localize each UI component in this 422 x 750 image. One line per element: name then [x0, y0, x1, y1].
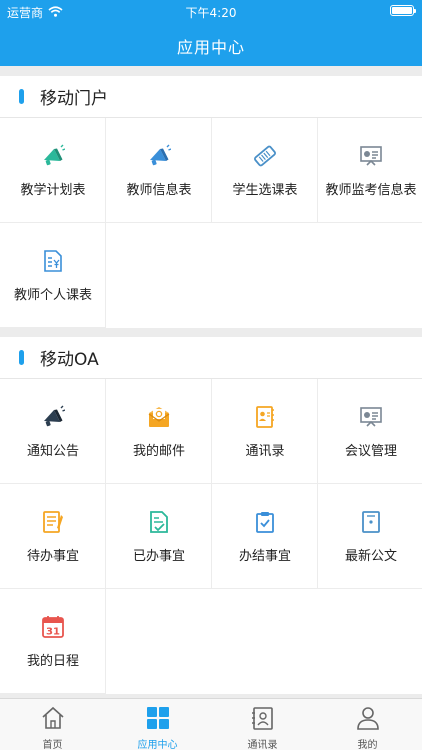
- presentation-board-icon: [359, 144, 383, 168]
- calendar-31-icon: 31: [41, 615, 65, 639]
- section-header: 移动门户: [0, 76, 422, 118]
- app-item-completed[interactable]: 办结事宜: [212, 484, 318, 589]
- tab-app-center[interactable]: 应用中心: [105, 699, 210, 750]
- megaphone-green-icon: [41, 144, 65, 168]
- todo-document-icon: [41, 510, 65, 534]
- tab-label: 我的: [357, 740, 378, 750]
- address-book-icon: [250, 705, 276, 731]
- app-item-teaching-plan[interactable]: 教学计划表: [0, 118, 106, 223]
- app-item-label: 待办事宜: [26, 549, 79, 564]
- app-item-label: 已办事宜: [132, 549, 185, 564]
- tab-home[interactable]: 首页: [0, 699, 105, 750]
- app-item-latest-document[interactable]: 最新公文: [318, 484, 422, 589]
- receipt-yuan-icon: [41, 249, 65, 273]
- calendar-day: 31: [46, 627, 60, 638]
- app-item-invigilation-info[interactable]: 教师监考信息表: [318, 118, 422, 223]
- profile-icon: [355, 705, 381, 731]
- app-item-label: 我的邮件: [132, 444, 185, 459]
- bottom-tab-bar: 首页 应用中心 通讯录 我的: [0, 698, 422, 750]
- app-item-my-schedule[interactable]: 31 我的日程: [0, 589, 106, 694]
- contacts-book-icon: [253, 405, 277, 429]
- section-accent-bar: [19, 89, 24, 104]
- section-title: 移动门户: [40, 89, 108, 109]
- app-item-todo[interactable]: 待办事宜: [0, 484, 106, 589]
- section-title: 移动OA: [40, 350, 99, 370]
- tab-label: 通讯录: [247, 740, 278, 750]
- tab-address-book[interactable]: 通讯录: [210, 699, 315, 750]
- section-mobile-portal: 移动门户 教学计划表 教师信息表 学生选课表 教师监考信息表 教师个人课表: [0, 76, 422, 328]
- app-item-label: 办结事宜: [238, 549, 291, 564]
- app-item-personal-timetable[interactable]: 教师个人课表: [0, 223, 106, 328]
- ticket-icon: [253, 144, 277, 168]
- home-icon: [40, 705, 66, 731]
- meeting-board-icon: [359, 405, 383, 429]
- app-center-content[interactable]: 移动门户 教学计划表 教师信息表 学生选课表 教师监考信息表 教师个人课表 移动…: [0, 66, 422, 698]
- app-item-label: 教学计划表: [20, 183, 86, 198]
- app-item-teacher-info[interactable]: 教师信息表: [106, 118, 212, 223]
- app-item-student-course[interactable]: 学生选课表: [212, 118, 318, 223]
- status-time: 下午4:20: [185, 6, 237, 20]
- app-item-label: 最新公文: [344, 549, 397, 564]
- app-item-label: 教师个人课表: [13, 288, 92, 303]
- megaphone-blue-icon: [147, 144, 171, 168]
- tab-label: 首页: [42, 740, 63, 750]
- megaphone-dark-icon: [41, 405, 65, 429]
- tab-mine[interactable]: 我的: [315, 699, 422, 750]
- document-icon: [359, 510, 383, 534]
- app-grid-icon: [145, 705, 171, 731]
- tab-label: 应用中心: [137, 740, 178, 750]
- app-item-label: 我的日程: [26, 654, 79, 669]
- clipboard-check-icon: [253, 510, 277, 534]
- app-item-label: 教师监考信息表: [325, 183, 417, 198]
- app-item-my-mail[interactable]: 我的邮件: [106, 379, 212, 484]
- app-item-done[interactable]: 已办事宜: [106, 484, 212, 589]
- app-item-contacts[interactable]: 通讯录: [212, 379, 318, 484]
- section-mobile-oa: 移动OA 通知公告 我的邮件 通讯录 会议管理 待办事宜 已办事宜 办结事宜 最…: [0, 337, 422, 694]
- section-accent-bar: [19, 350, 24, 365]
- app-item-label: 会议管理: [344, 444, 397, 459]
- app-item-notice[interactable]: 通知公告: [0, 379, 106, 484]
- app-item-meeting[interactable]: 会议管理: [318, 379, 422, 484]
- app-item-label: 学生选课表: [232, 183, 298, 198]
- page-title: 应用中心: [176, 38, 245, 57]
- app-item-label: 通知公告: [26, 444, 79, 459]
- app-header: 运营商 下午4:20 应用中心: [0, 0, 422, 66]
- battery-icon: [390, 5, 416, 16]
- done-document-icon: [147, 510, 171, 534]
- app-item-label: 教师信息表: [126, 183, 192, 198]
- app-item-label: 通讯录: [245, 444, 285, 459]
- mail-icon: [147, 405, 171, 429]
- status-bar: 运营商 下午4:20: [0, 0, 422, 22]
- section-header: 移动OA: [0, 337, 422, 379]
